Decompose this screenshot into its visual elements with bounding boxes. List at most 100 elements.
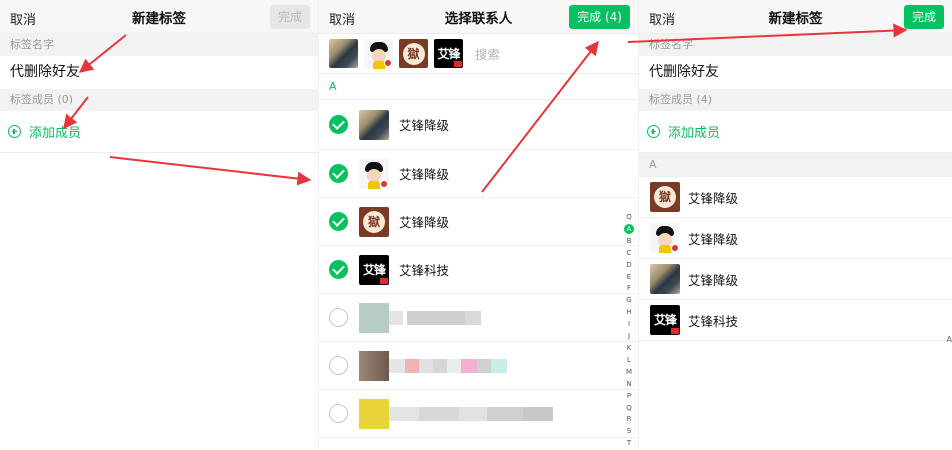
text-avatar-glyph: 艾锋 <box>362 262 386 277</box>
contact-name: 艾锋科技 <box>399 263 450 278</box>
checked-icon[interactable] <box>329 115 348 134</box>
member-name: 艾锋降级 <box>688 231 739 247</box>
avatar: 獄 <box>650 182 680 212</box>
tag-name-label: 标签名字 <box>0 34 318 56</box>
selected-contacts-bar: 獄 艾锋 搜索 <box>319 34 638 74</box>
add-member-label: 添加成员 <box>668 126 721 141</box>
index-letter[interactable]: J <box>624 331 634 343</box>
index-letter[interactable]: L <box>624 355 634 367</box>
cancel-button[interactable]: 取消 <box>10 9 36 28</box>
seal-glyph: 獄 <box>402 42 425 65</box>
member-row[interactable]: 獄 艾锋降级 <box>639 177 952 218</box>
selected-avatar-cartoon[interactable] <box>364 39 393 69</box>
contact-row-blurred[interactable] <box>319 294 638 342</box>
members-label: 标签成员 (4) <box>639 89 952 111</box>
section-letter: A <box>319 74 638 100</box>
avatar <box>359 109 389 140</box>
index-letter[interactable]: H <box>624 307 634 319</box>
seal-glyph: 獄 <box>363 210 385 233</box>
member-row[interactable]: 艾锋降级 <box>639 259 952 300</box>
index-letter[interactable]: Q <box>624 403 634 415</box>
contact-row-blurred[interactable] <box>319 390 638 438</box>
selected-avatar-photo[interactable] <box>329 39 358 68</box>
add-member-button[interactable]: 添加成员 <box>639 111 952 153</box>
text-avatar-glyph: 艾锋 <box>653 313 677 327</box>
nav-bar: 取消 选择联系人 完成 (4) <box>319 0 638 34</box>
avatar: 艾锋 <box>650 305 680 335</box>
member-row[interactable]: 艾锋降级 <box>639 218 952 259</box>
new-tag-panel-filled: 取消 新建标签 完成 标签名字 代删除好友 标签成员 (4) 添加成员 A 獄 … <box>639 0 952 450</box>
contact-row[interactable]: 艾锋 艾锋科技 <box>319 246 638 294</box>
add-circle-icon <box>8 125 21 138</box>
member-row[interactable]: 艾锋 艾锋科技 <box>639 300 952 341</box>
unchecked-icon[interactable] <box>329 404 348 423</box>
avatar: 獄 <box>359 206 389 237</box>
index-letter[interactable]: I <box>624 319 634 331</box>
new-tag-panel-empty: 取消 新建标签 完成 标签名字 代删除好友 标签成员 (0) 添加成员 <box>0 0 318 450</box>
index-letter[interactable]: A <box>947 335 952 344</box>
avatar <box>650 264 680 294</box>
selected-avatar-text[interactable]: 艾锋 <box>434 39 463 68</box>
contact-row[interactable]: 艾锋降级 <box>319 150 638 198</box>
add-circle-icon <box>647 125 660 138</box>
index-letter[interactable]: E <box>624 272 634 284</box>
contact-name: 艾锋降级 <box>399 118 450 133</box>
tag-name-label: 标签名字 <box>639 34 952 56</box>
index-letter[interactable]: K <box>624 343 634 355</box>
tag-name-field[interactable]: 代删除好友 <box>0 56 318 89</box>
avatar <box>650 223 680 253</box>
member-name: 艾锋降级 <box>688 190 739 206</box>
checked-icon[interactable] <box>329 260 348 279</box>
contact-row[interactable]: 獄 艾锋降级 <box>319 198 638 246</box>
index-letter[interactable]: B <box>624 236 634 248</box>
nav-bar: 取消 新建标签 完成 <box>639 0 952 34</box>
index-letter[interactable]: Q <box>624 212 634 224</box>
member-name: 艾锋科技 <box>688 313 739 329</box>
add-member-button[interactable]: 添加成员 <box>0 111 318 153</box>
add-member-label: 添加成员 <box>29 126 82 141</box>
tag-name-field[interactable]: 代删除好友 <box>639 56 952 89</box>
index-letter[interactable]: G <box>624 295 634 307</box>
unchecked-icon[interactable] <box>329 308 348 327</box>
cancel-button[interactable]: 取消 <box>649 9 675 28</box>
contact-name: 艾锋降级 <box>399 167 450 182</box>
member-name: 艾锋降级 <box>688 272 739 288</box>
index-letter[interactable]: F <box>624 283 634 295</box>
index-letter[interactable]: P <box>624 391 634 403</box>
index-letter[interactable]: M <box>624 367 634 379</box>
blurred-content <box>359 350 507 381</box>
index-letter[interactable]: C <box>624 248 634 260</box>
index-letter[interactable]: T <box>624 438 634 450</box>
index-letter[interactable]: S <box>624 426 634 438</box>
index-letter[interactable]: A <box>624 223 634 236</box>
seal-glyph: 獄 <box>654 186 676 208</box>
index-letter[interactable]: N <box>624 379 634 391</box>
unchecked-icon[interactable] <box>329 356 348 375</box>
done-button[interactable]: 完成 (4) <box>569 5 630 29</box>
alphabet-index[interactable]: QABCDEFGHIJKLMNPQRSTW <box>624 212 634 450</box>
cancel-button[interactable]: 取消 <box>329 9 355 28</box>
checked-icon[interactable] <box>329 164 348 183</box>
page-title: 新建标签 <box>768 10 823 27</box>
checked-icon[interactable] <box>329 212 348 231</box>
index-letter[interactable]: R <box>624 414 634 426</box>
contact-name: 艾锋降级 <box>399 215 450 230</box>
page-title: 新建标签 <box>132 10 186 27</box>
done-button[interactable]: 完成 <box>269 5 310 29</box>
avatar <box>359 158 389 189</box>
page-title: 选择联系人 <box>444 10 513 27</box>
search-input[interactable]: 搜索 <box>475 44 500 63</box>
section-letter: A <box>639 153 952 177</box>
done-button[interactable]: 完成 <box>903 5 944 29</box>
text-avatar-glyph: 艾锋 <box>437 47 460 61</box>
blurred-content <box>359 302 481 333</box>
contact-row[interactable]: 艾锋降级 <box>319 100 638 150</box>
index-letter[interactable]: D <box>624 260 634 272</box>
avatar: 艾锋 <box>359 254 389 285</box>
members-label: 标签成员 (0) <box>0 89 318 111</box>
selected-avatar-seal[interactable]: 獄 <box>399 39 428 68</box>
index-letter-active[interactable]: A <box>624 223 634 234</box>
nav-bar: 取消 新建标签 完成 <box>0 0 318 34</box>
blurred-content <box>359 398 553 429</box>
contact-row-blurred[interactable] <box>319 342 638 390</box>
